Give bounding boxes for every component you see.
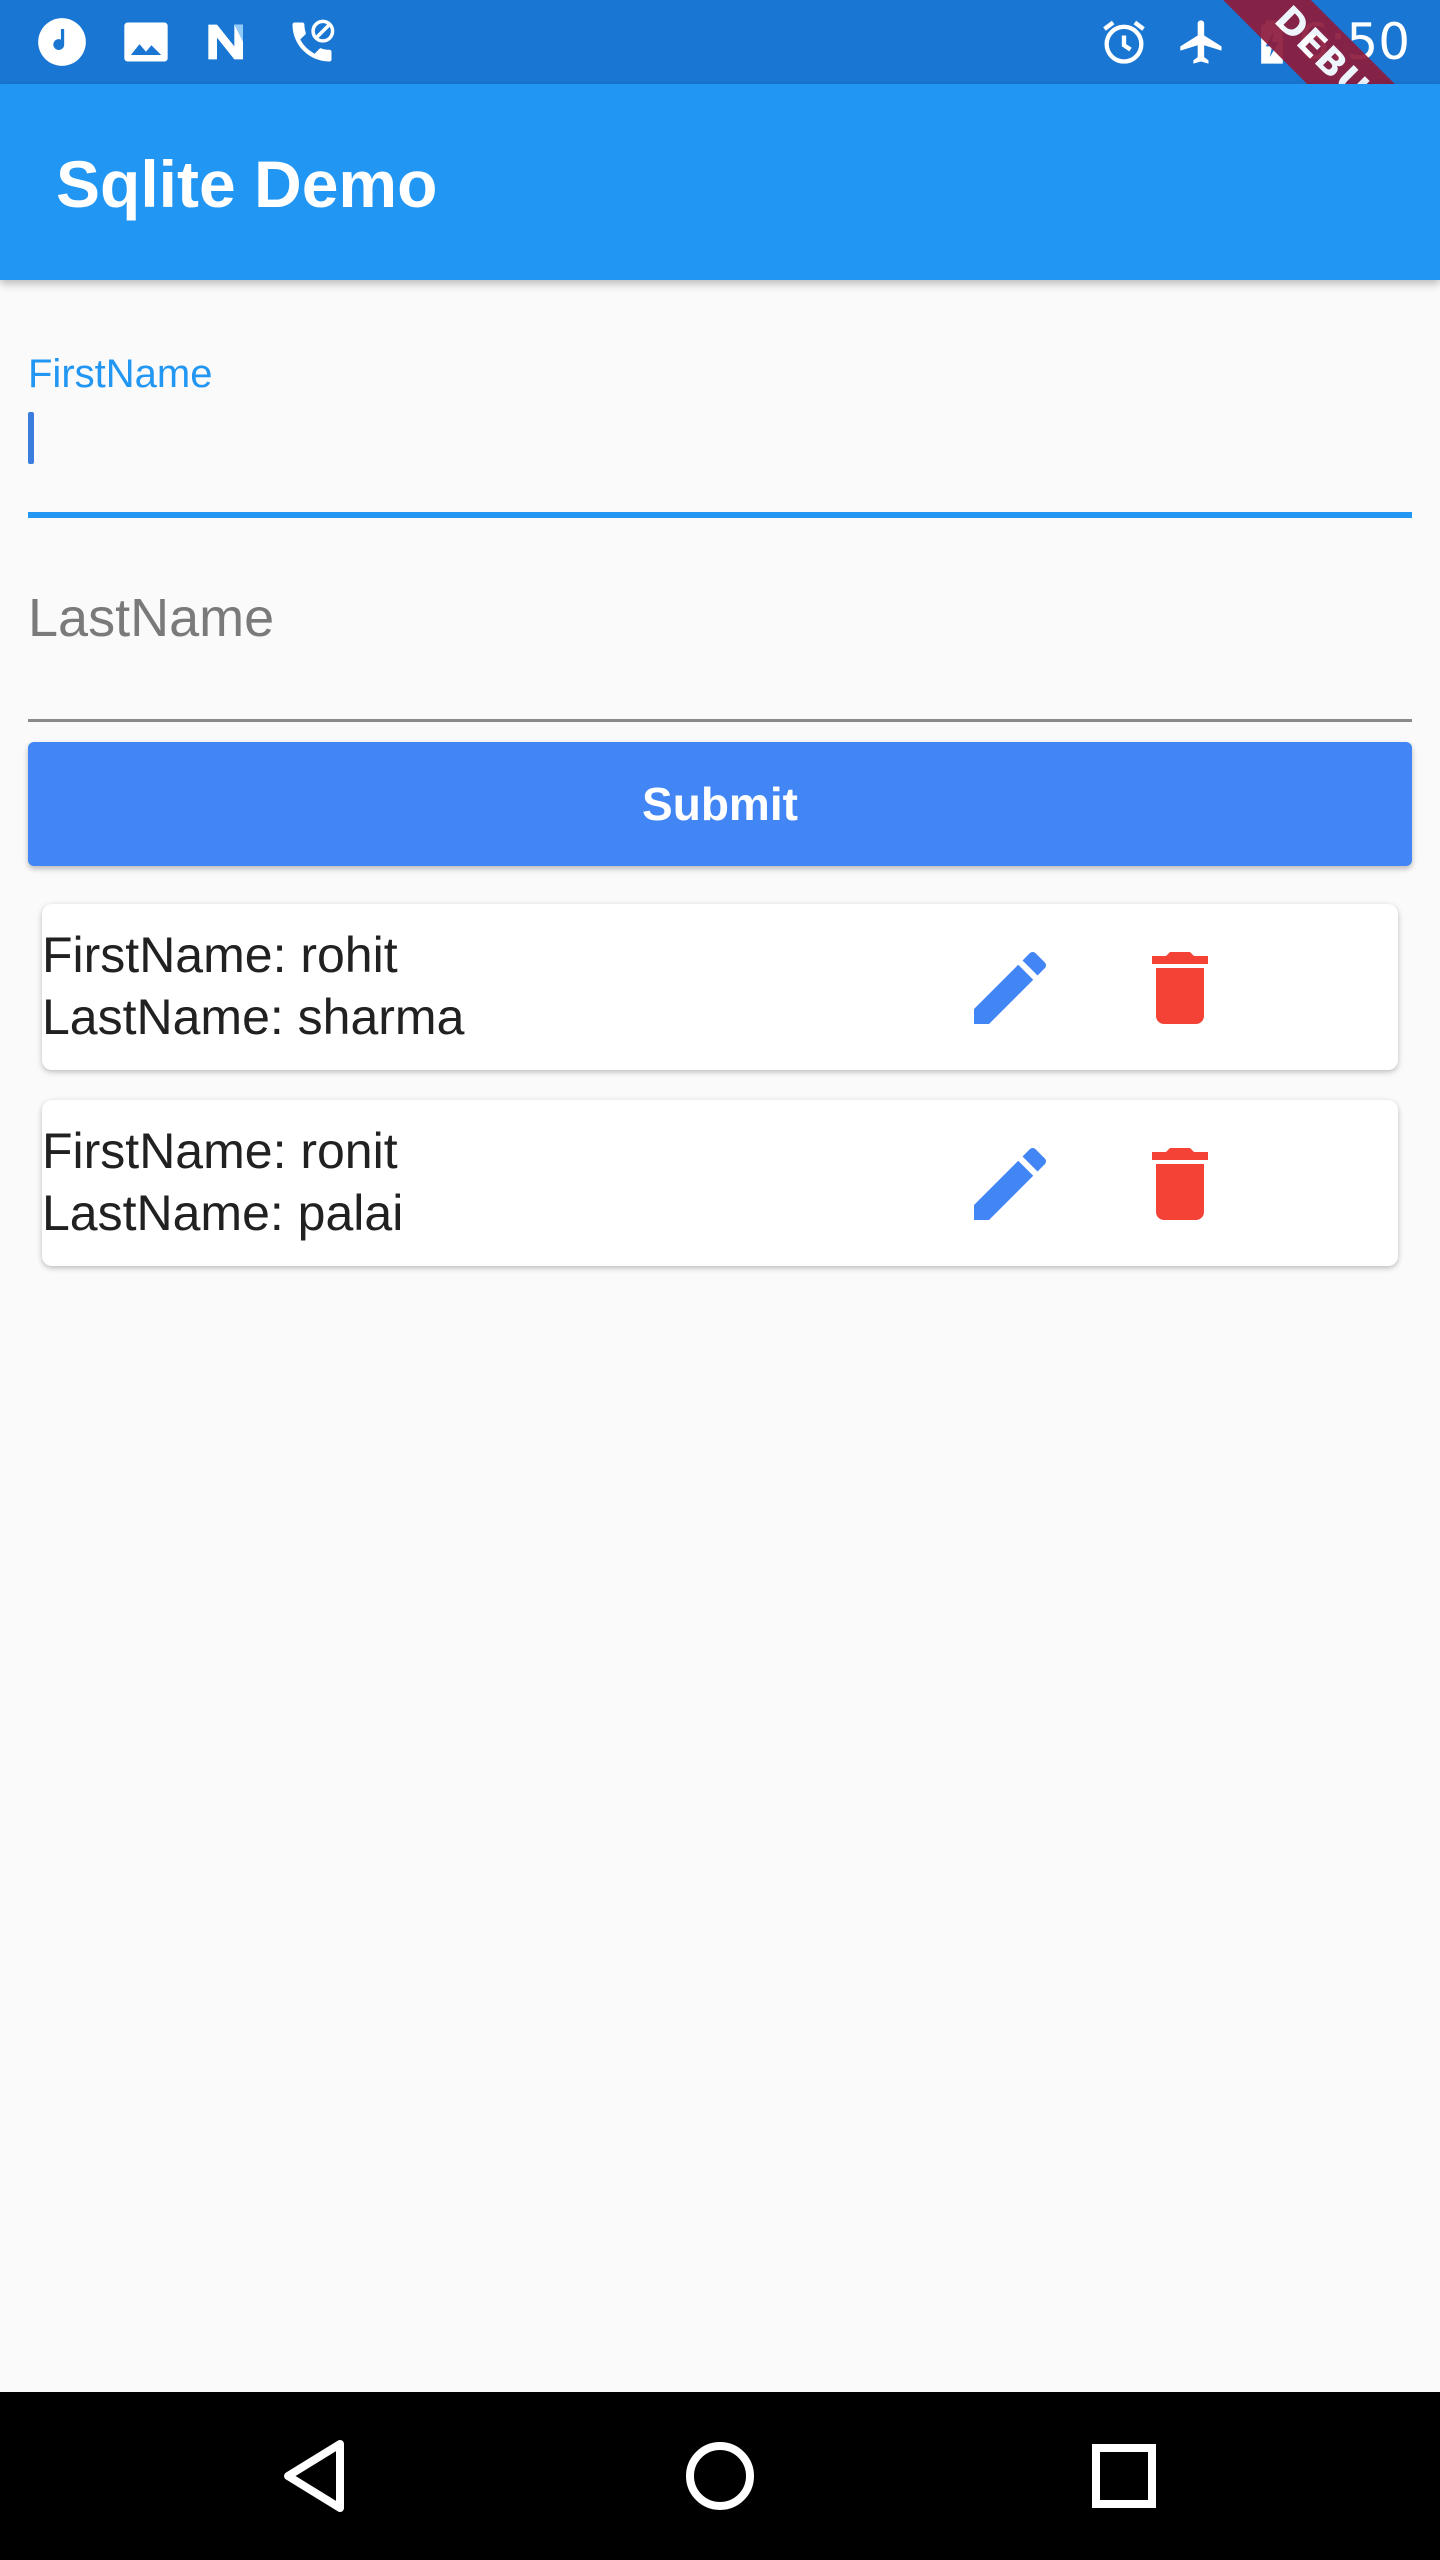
navigation-bar — [0, 2392, 1440, 2560]
last-name-placeholder: LastName — [28, 588, 275, 648]
app-bar: Sqlite Demo — [0, 84, 1440, 280]
last-name-underline — [28, 719, 1412, 722]
trash-icon — [1152, 952, 1208, 1024]
record-text: FirstName: rohit LastName: sharma — [42, 924, 464, 1048]
alarm-icon — [1103, 20, 1145, 64]
text-cursor — [28, 412, 34, 464]
record-text: FirstName: ronit LastName: palai — [42, 1120, 403, 1244]
first-name-field[interactable]: FirstName — [28, 350, 1412, 518]
list-item: FirstName: rohit LastName: sharma — [42, 904, 1398, 1070]
edit-button[interactable] — [962, 1136, 1058, 1232]
recents-icon — [1092, 2444, 1156, 2508]
first-name-underline — [28, 512, 1412, 518]
network-n-icon — [208, 24, 243, 60]
record-first-name: FirstName: ronit — [42, 1123, 398, 1179]
music-note-icon — [38, 18, 86, 66]
delete-button[interactable] — [1132, 940, 1228, 1036]
page-title: Sqlite Demo — [56, 147, 438, 221]
delete-button[interactable] — [1132, 1136, 1228, 1232]
home-button[interactable] — [676, 2432, 764, 2520]
phone-blocked-icon — [292, 19, 335, 62]
trash-icon — [1152, 1148, 1208, 1220]
back-button[interactable] — [272, 2432, 360, 2520]
edit-button[interactable] — [962, 940, 1058, 1036]
last-name-field[interactable]: LastName — [28, 580, 1412, 722]
status-bar: 6:50 DEBUG — [0, 0, 1440, 84]
image-icon — [124, 22, 168, 62]
first-name-label: FirstName — [28, 352, 213, 396]
pencil-icon — [974, 1147, 1047, 1220]
airplane-icon — [1180, 20, 1222, 64]
recents-button[interactable] — [1080, 2432, 1168, 2520]
pencil-icon — [974, 951, 1047, 1024]
record-last-name: LastName: palai — [42, 1185, 404, 1241]
record-last-name: LastName: sharma — [42, 989, 465, 1045]
list-item: FirstName: ronit LastName: palai — [42, 1100, 1398, 1266]
submit-button[interactable]: Submit — [28, 742, 1412, 866]
home-icon — [686, 2442, 754, 2510]
back-icon — [284, 2440, 344, 2512]
record-first-name: FirstName: rohit — [42, 927, 398, 983]
